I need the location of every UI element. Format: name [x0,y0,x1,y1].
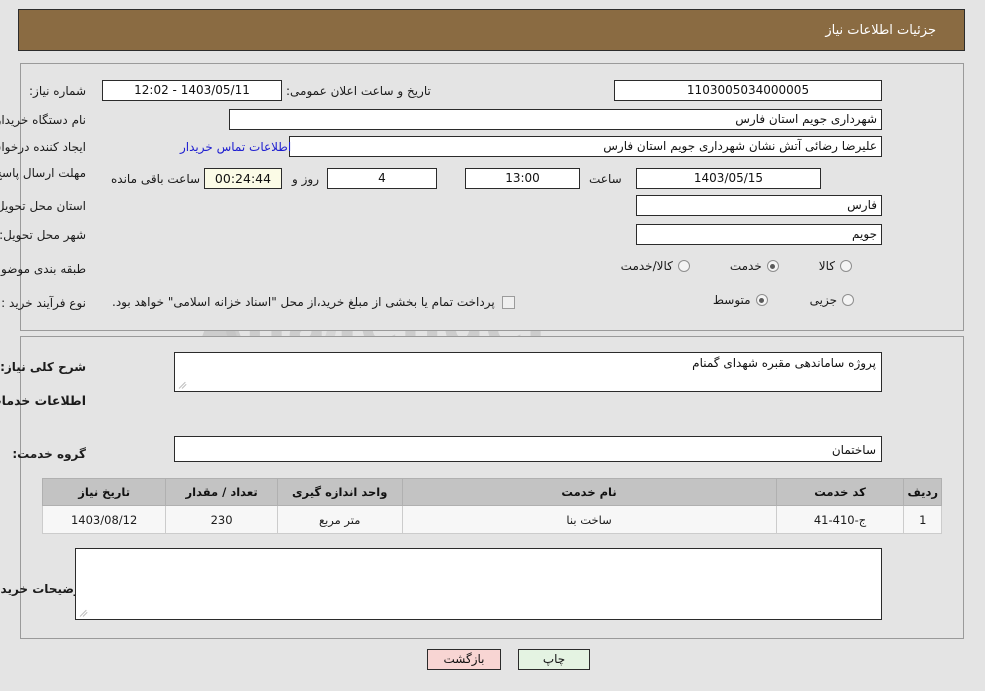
treasury-note-text: پرداخت تمام یا بخشی از مبلغ خرید،از محل … [113,295,496,309]
table-row: 1 ج-410-41 ساخت بنا متر مربع 230 1403/08… [42,505,943,534]
resize-grip-icon[interactable] [79,606,91,618]
cell-unit: متر مربع [277,505,404,534]
creator-value: علیرضا رضائی آتش نشان شهرداری جویم استان… [290,136,883,157]
category-option-label: کالا [819,259,836,273]
city-label: شهر محل تحویل: [0,228,87,242]
services-section-heading: اطلاعات خدمات مورد نیاز [0,393,87,408]
deadline-label: مهلت ارسال پاسخ: تا تاریخ: [0,166,87,180]
category-label: طبقه بندی موضوعی: [0,262,87,276]
need-description-value: پروژه ساماندهی مقبره شهدای گمنام [693,356,877,370]
col-unit: واحد اندازه گیری [277,478,404,506]
province-label: استان محل تحویل: [0,199,87,213]
city-value: جویم [637,224,883,245]
purchase-type-radio-jozei[interactable]: جزیی [811,293,855,307]
public-announce-value: 1403/05/11 - 12:02 [103,80,283,101]
radio-icon[interactable] [678,260,691,272]
radio-icon[interactable] [756,294,769,306]
service-group-value: ساختمان [832,443,877,457]
need-description-textarea[interactable]: پروژه ساماندهی مقبره شهدای گمنام [175,352,883,392]
public-announce-label: تاریخ و ساعت اعلان عمومی: [287,84,432,98]
service-group-label: گروه خدمت: [13,447,87,461]
print-button[interactable]: چاپ [519,649,591,670]
purchase-type-radio-motavaset[interactable]: متوسط [714,293,769,307]
need-number-value: 1103005034000005 [615,80,883,101]
cell-date: 1403/08/12 [42,505,168,534]
buyer-notes-textarea[interactable] [76,548,883,620]
col-date: تاریخ نیاز [42,478,168,506]
table-header-row: ردیف کد خدمت نام خدمت واحد اندازه گیری ت… [42,478,943,506]
deadline-remaining-label: ساعت باقی مانده [112,172,202,186]
radio-icon[interactable] [843,294,855,306]
page-title: جزئیات اطلاعات نیاز [826,22,937,38]
cell-name: ساخت بنا [402,505,778,534]
radio-icon[interactable] [841,260,853,272]
buyer-notes-label: توضیحات خریدار: [0,582,87,596]
purchase-type-option-label: متوسط [713,293,752,307]
category-option-label: کالا/خدمت [621,259,674,273]
resize-grip-icon[interactable] [178,378,190,390]
services-table: ردیف کد خدمت نام خدمت واحد اندازه گیری ت… [42,478,943,534]
deadline-date-value: 1403/05/15 [637,168,822,189]
creator-label: ایجاد کننده درخواست: [0,140,87,154]
radio-icon[interactable] [767,260,780,272]
service-group-field[interactable]: ساختمان [175,436,883,462]
deadline-countdown-timer: 00:24:44 [205,168,283,189]
buyer-org-value: شهرداری جویم استان فارس [230,109,883,130]
category-radio-kala-khedmat[interactable]: کالا/خدمت [622,259,691,273]
col-qty: تعداد / مقدار [166,478,279,506]
buyer-org-label: نام دستگاه خریدار: [0,113,87,127]
treasury-note-row[interactable]: پرداخت تمام یا بخشی از مبلغ خرید،از محل … [113,295,516,309]
buyer-contact-link[interactable]: اطلاعات تماس خریدار [181,140,292,154]
cell-radif: 1 [904,505,943,534]
category-option-label: خدمت [730,259,763,273]
purchase-type-radio-group[interactable]: جزیی متوسط [645,293,855,307]
page-title-bar: جزئیات اطلاعات نیاز [19,9,966,51]
purchase-type-option-label: جزیی [810,293,838,307]
col-code: کد خدمت [776,478,906,506]
deadline-days-label: روز و [293,172,320,186]
col-radif: ردیف [904,478,943,506]
deadline-time-label: ساعت [590,172,623,186]
category-radio-kala[interactable]: کالا [820,259,853,273]
purchase-type-label: نوع فرآیند خرید : [2,296,87,310]
col-name: نام خدمت [402,478,778,506]
checkbox-icon[interactable] [502,295,516,309]
back-button[interactable]: بازگشت [428,649,502,670]
cell-code: ج-410-41 [776,505,906,534]
category-radio-khedmat[interactable]: خدمت [731,259,780,273]
deadline-days-value: 4 [328,168,438,189]
category-radio-group[interactable]: کالا خدمت کالا/خدمت [553,259,853,273]
need-description-label: شرح کلی نیاز: [1,360,87,374]
province-value: فارس [637,195,883,216]
cell-qty: 230 [166,505,279,534]
deadline-time-value: 13:00 [466,168,581,189]
